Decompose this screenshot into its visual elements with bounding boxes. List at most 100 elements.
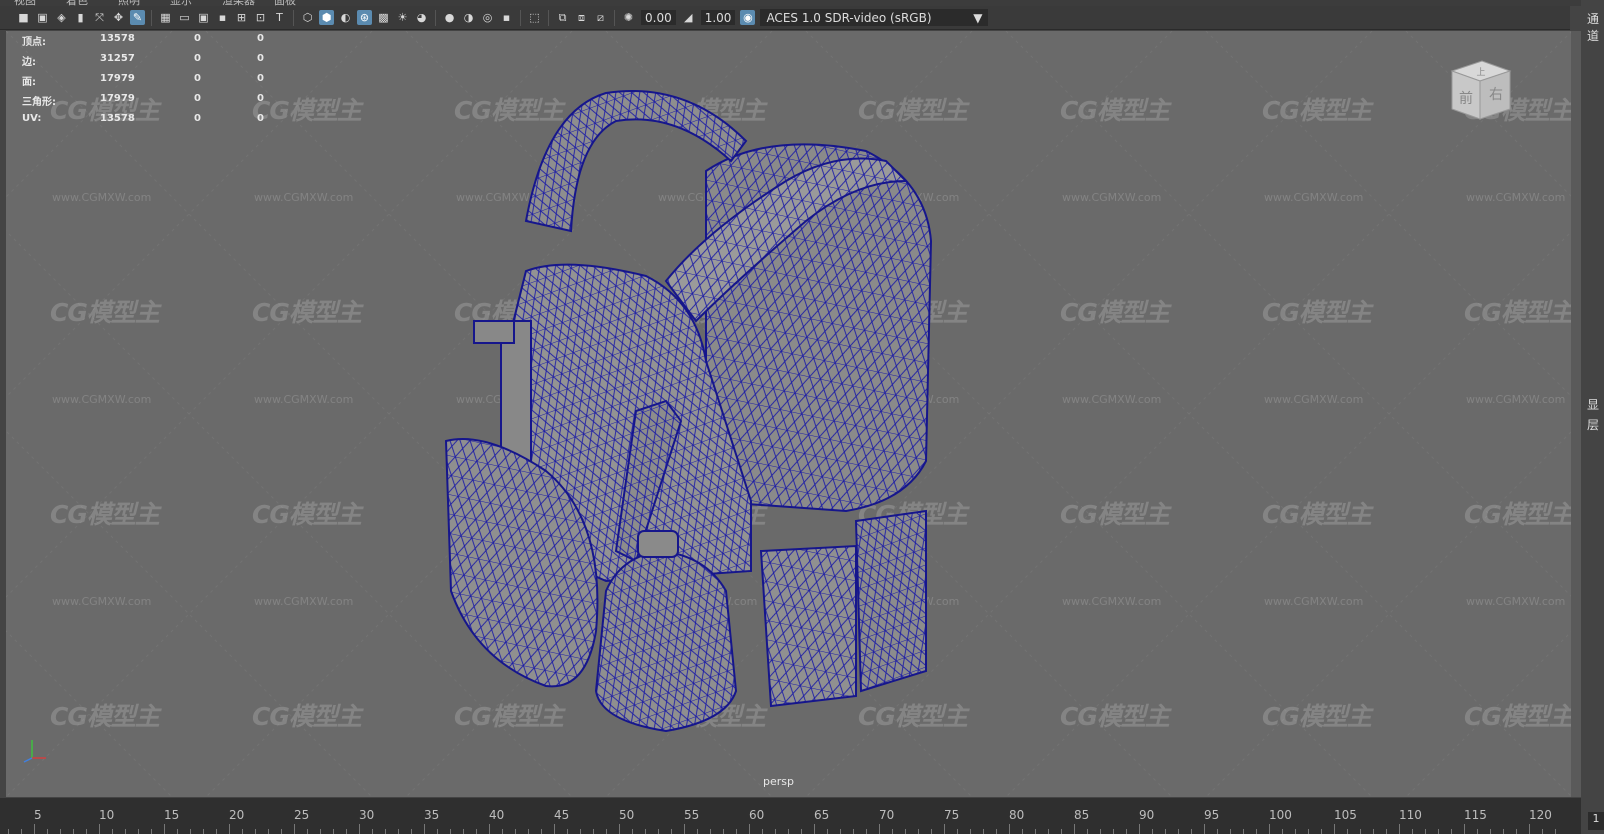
timeline-tick: [905, 829, 906, 834]
timeline-tick: [47, 829, 48, 834]
image-plane-icon[interactable]: ▮: [73, 10, 88, 25]
separator: [548, 9, 549, 26]
layer-tab[interactable]: 层: [1587, 416, 1599, 433]
timeline-tick: [203, 829, 204, 834]
current-frame-field[interactable]: 1: [1588, 812, 1604, 830]
wireframe-icon[interactable]: ⬡: [300, 10, 315, 25]
field-chart-icon[interactable]: ⊞: [234, 10, 249, 25]
timeline-tick-label: 40: [489, 808, 505, 822]
timeline-tick: [1035, 829, 1036, 834]
chevron-down-icon: ▼: [973, 10, 983, 25]
hud-selected: 0: [194, 113, 201, 124]
gamma-icon[interactable]: ◢: [681, 10, 696, 25]
timeline-tick: [684, 824, 685, 834]
hud-total: 0: [257, 53, 264, 64]
hud-value: 31257: [100, 53, 135, 64]
viewcube[interactable]: 上 前 右: [1446, 57, 1516, 127]
timeline-tick: [450, 829, 451, 834]
timeline-tick: [164, 824, 165, 834]
smooth-shade-icon[interactable]: ⬢: [319, 10, 334, 25]
timeline-tick: [1295, 829, 1296, 834]
timeline-tick: [632, 829, 633, 834]
display-tab[interactable]: 显: [1587, 396, 1599, 413]
magazine-pouch-2: [854, 509, 927, 693]
grid-icon[interactable]: ▦: [158, 10, 173, 25]
safe-title-icon[interactable]: T: [272, 10, 287, 25]
hud-label: 三角形:: [22, 97, 56, 108]
timeline-tick: [1451, 829, 1452, 834]
timeline-tick: [1321, 829, 1322, 834]
plate-carrier-model[interactable]: [6, 31, 1571, 797]
timeline-tick-label: 30: [359, 808, 375, 822]
exposure-field[interactable]: 0.00: [641, 10, 676, 25]
timeline-tick: [996, 829, 997, 834]
timeline-tick: [502, 829, 503, 834]
gamma-field[interactable]: 1.00: [700, 10, 736, 25]
timeline-tick: [294, 824, 295, 834]
safe-action-icon[interactable]: ⊡: [253, 10, 268, 25]
depth-of-field-icon[interactable]: ▪: [499, 10, 514, 25]
grease-pencil-icon[interactable]: ✥: [111, 10, 126, 25]
xray-icon[interactable]: ⬚: [527, 10, 542, 25]
hud-total: 0: [257, 93, 264, 104]
pencil-icon[interactable]: ✎: [130, 10, 145, 25]
time-slider[interactable]: 5 10 15 20 25 30 35 40 45 50 55 60 65 70 75 80 85 90 95 100…: [0, 798, 1581, 834]
film-gate-icon[interactable]: ▭: [177, 10, 192, 25]
resolution-gate-icon[interactable]: ▣: [196, 10, 211, 25]
screen-space-ao-icon[interactable]: ●: [442, 10, 457, 25]
xray-joints-icon[interactable]: ⧈: [574, 10, 589, 25]
axis-gizmo-icon: [23, 740, 46, 763]
timeline-tick-label: 105: [1334, 808, 1357, 822]
motion-blur-icon[interactable]: ◑: [461, 10, 476, 25]
timeline-tick-label: 100: [1269, 808, 1292, 822]
default-material-icon[interactable]: ◐: [338, 10, 353, 25]
shadows-icon[interactable]: ◕: [414, 10, 429, 25]
wireframe-on-shaded-icon[interactable]: ⊛: [357, 10, 372, 25]
timeline-tick: [1243, 829, 1244, 834]
2d-pan-icon[interactable]: ⤧: [92, 10, 107, 25]
timeline-tick: [1269, 824, 1270, 834]
hud-row-uvs: UV: 13578 0 0: [22, 113, 282, 133]
camera-icon[interactable]: ■: [16, 10, 31, 25]
isolate-select-icon[interactable]: ⧉: [555, 10, 570, 25]
hud-label: UV:: [22, 113, 42, 124]
timeline-tick: [1282, 829, 1283, 834]
separator: [520, 9, 521, 26]
textured-icon[interactable]: ▩: [376, 10, 391, 25]
timeline-tick: [1087, 829, 1088, 834]
hud-selected: 0: [194, 53, 201, 64]
hud-value: 17979: [100, 93, 135, 104]
timeline-tick-label: 55: [684, 808, 700, 822]
channel-box-tab[interactable]: 通道: [1587, 10, 1604, 44]
timeline-tick-label: 90: [1139, 808, 1155, 822]
viewcube-front-label: 前: [1459, 90, 1473, 107]
timeline-tick: [99, 824, 100, 834]
timeline-tick-label: 35: [424, 808, 440, 822]
backface-culling-icon[interactable]: ⧄: [593, 10, 608, 25]
timeline-tick: [697, 829, 698, 834]
anti-aliasing-icon[interactable]: ◎: [480, 10, 495, 25]
timeline-tick: [385, 829, 386, 834]
timeline-tick: [34, 824, 35, 834]
timeline-tick: [177, 829, 178, 834]
timeline-tick: [216, 829, 217, 834]
timeline-tick: [827, 829, 828, 834]
gate-mask-icon[interactable]: ▪: [215, 10, 230, 25]
viewport-scroll-edge: [1571, 31, 1581, 797]
lights-icon[interactable]: ☀: [395, 10, 410, 25]
hud-label: 边:: [22, 57, 36, 68]
hud-total: 0: [257, 73, 264, 84]
timeline-tick: [1061, 829, 1062, 834]
3d-viewport[interactable]: CG模型主 CG模型主 CG模型主 CG模型主 CG模型主 CG模型主 CG模型主 CG模型主…: [6, 31, 1571, 797]
exposure-icon[interactable]: ✺: [621, 10, 636, 25]
timeline-tick: [775, 829, 776, 834]
timeline-tick: [1464, 824, 1465, 834]
bookmark-icon[interactable]: ◈: [54, 10, 69, 25]
hud-value: 13578: [100, 113, 135, 124]
timeline-tick: [281, 829, 282, 834]
color-management-icon[interactable]: ◉: [740, 10, 756, 25]
camera-attributes-icon[interactable]: ▣: [35, 10, 50, 25]
colorspace-dropdown[interactable]: ACES 1.0 SDR-video (sRGB) ▼: [760, 9, 989, 26]
timeline-tick: [931, 829, 932, 834]
separator: [293, 9, 294, 26]
